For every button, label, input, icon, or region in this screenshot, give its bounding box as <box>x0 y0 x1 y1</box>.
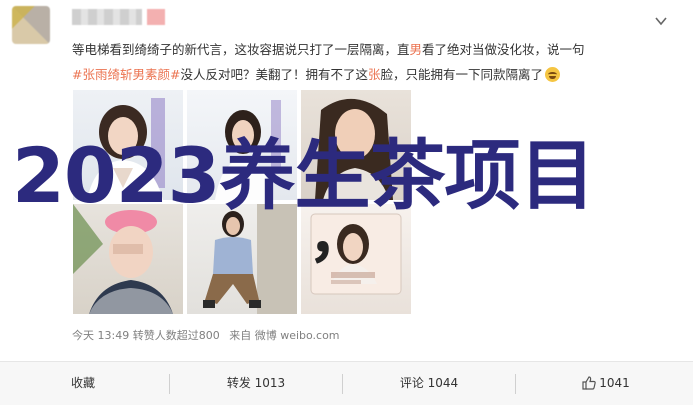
overlay-headline: 2023养生茶项目 <box>12 131 596 220</box>
action-divider <box>515 374 516 394</box>
thumbs-up-icon <box>582 376 596 390</box>
post-text-line-1: 等电梯看到绮绮子的新代言，这妆容据说只打了一层隔离，直男看了绝对当做没化妆，说一… <box>72 37 672 62</box>
username-blurred[interactable] <box>72 9 142 25</box>
hashtag-link[interactable]: #张雨绮斩男素颜# <box>72 67 180 82</box>
post-text: 等电梯看到绮绮子的新代言，这妆容据说只打了一层隔离，直男看了绝对当做没化妆，说一… <box>72 37 672 87</box>
laugh-emoji-icon <box>545 67 560 82</box>
repost-button[interactable]: 转发 1013 <box>173 362 339 405</box>
highlighted-word: 张 <box>367 67 381 82</box>
post-time[interactable]: 今天 13:49 <box>72 329 129 342</box>
avatar[interactable] <box>12 6 50 44</box>
action-bar: 收藏 转发 1013 评论 1044 1041 <box>0 361 693 405</box>
post-repost-count: 转赞人数超过800 <box>132 329 220 342</box>
action-divider <box>169 374 170 394</box>
weibo-post-card: 等电梯看到绮绮子的新代言，这妆容据说只打了一层隔离，直男看了绝对当做没化妆，说一… <box>0 0 693 405</box>
post-text-segment: 没人反对吧？美翻了！拥有不了这 <box>180 67 368 82</box>
overlay-comma: ， <box>308 201 368 271</box>
like-button[interactable]: 1041 <box>519 362 693 405</box>
post-source[interactable]: 来自 微博 weibo.com <box>229 329 339 342</box>
highlighted-word: 男 <box>409 42 423 57</box>
post-text-segment: 等电梯看到绮绮子的新代言，这妆容据说只打了一层隔离，直 <box>72 42 410 57</box>
comment-button[interactable]: 评论 1044 <box>346 362 512 405</box>
user-badge-blurred <box>147 9 165 25</box>
like-count: 1041 <box>599 376 630 390</box>
post-meta: 今天 13:49 转赞人数超过800 来自 微博 weibo.com <box>72 327 340 343</box>
collect-button[interactable]: 收藏 <box>0 362 166 405</box>
post-text-line-2: #张雨绮斩男素颜#没人反对吧？美翻了！拥有不了这张脸，只能拥有一下同款隔离了 <box>72 62 672 87</box>
post-text-segment: 脸，只能拥有一下同款隔离了 <box>380 67 543 82</box>
post-text-segment: 看了绝对当做没化妆，说一句 <box>422 42 585 57</box>
action-divider <box>342 374 343 394</box>
chevron-down-icon[interactable] <box>654 14 668 28</box>
